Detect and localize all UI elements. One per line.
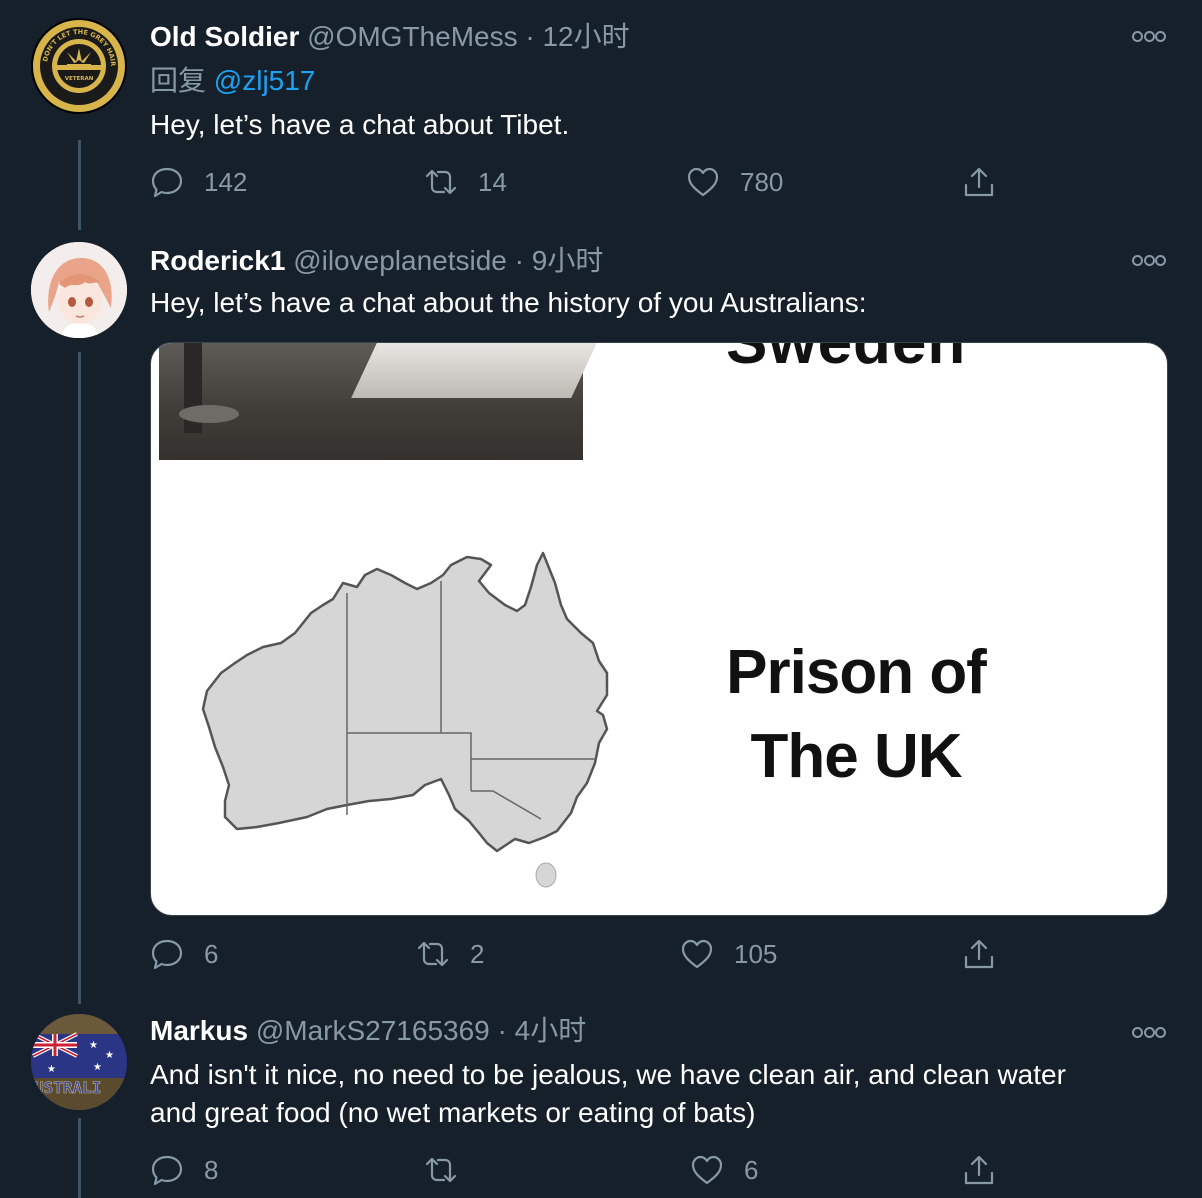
avatar[interactable] <box>31 242 127 338</box>
svg-text:★: ★ <box>47 1064 56 1075</box>
share-button[interactable] <box>962 1150 1016 1190</box>
reply-count: 142 <box>204 166 248 197</box>
tweet-header: Markus @MarkS27165369 · 4小时 <box>150 1014 586 1048</box>
tweet-actions: 142 14 780 <box>150 162 1010 202</box>
caption-line-2: The UK <box>750 722 963 791</box>
caption-line-1: Prison of <box>726 638 987 707</box>
retweet-button[interactable]: 2 <box>416 934 484 974</box>
reply-count: 8 <box>204 1154 219 1185</box>
share-icon <box>964 939 994 969</box>
svg-text:★: ★ <box>105 1050 114 1061</box>
retweet-icon <box>417 941 449 967</box>
like-button[interactable]: 105 <box>680 934 777 974</box>
timestamp[interactable]: 4小时 <box>515 1015 587 1046</box>
tweet-text: Hey, let’s have a chat about Tibet. <box>150 109 570 140</box>
tweet-header: Old Soldier @OMGTheMess · 12小时 <box>150 20 630 54</box>
more-options-button[interactable] <box>1132 1026 1166 1038</box>
australia-map-icon <box>201 551 609 888</box>
retweet-count: 2 <box>470 938 485 969</box>
display-name[interactable]: Old Soldier <box>150 21 299 52</box>
share-icon <box>964 1155 994 1185</box>
reply-button[interactable]: 6 <box>150 934 218 974</box>
user-handle[interactable]: @MarkS27165369 <box>256 1015 490 1046</box>
separator-dot: · <box>514 245 524 276</box>
tweet-text: Hey, let’s have a chat about the history… <box>150 287 867 318</box>
user-handle[interactable]: @OMGTheMess <box>307 21 517 52</box>
tweet-old-soldier[interactable]: DON'T LET THE GREY HAIR FOOL YOU · VETER… <box>0 0 1202 230</box>
reply-icon <box>151 167 183 198</box>
heart-icon <box>687 167 719 197</box>
reply-prefix: 回复 <box>150 65 207 96</box>
heart-icon <box>681 939 713 969</box>
tweet-text-line-1: And isn't it nice, no need to be jealous… <box>150 1059 1066 1090</box>
avatar-text: USTRALI <box>34 1078 101 1097</box>
image-caption: Prison of The UK <box>706 631 1006 799</box>
display-name[interactable]: Markus <box>150 1015 248 1046</box>
timestamp[interactable]: 9小时 <box>532 245 604 276</box>
svg-text:VETERAN: VETERAN <box>65 76 94 82</box>
reply-context: 回复 @zlj517 <box>150 62 315 100</box>
tweet-markus[interactable]: ★ ★ ★ ★ USTRALI Markus @MarkS27165369 · … <box>0 998 1202 1198</box>
heart-icon <box>691 1155 723 1185</box>
retweet-icon <box>425 1157 457 1183</box>
tweet-header: Roderick1 @iloveplanetside · 9小时 <box>150 244 603 278</box>
like-button[interactable]: 780 <box>686 162 783 202</box>
reply-icon <box>151 939 183 970</box>
like-count: 6 <box>744 1154 759 1185</box>
reply-button[interactable]: 142 <box>150 162 247 202</box>
retweet-button[interactable] <box>424 1150 478 1190</box>
share-button[interactable] <box>962 934 1016 974</box>
veteran-badge-icon: DON'T LET THE GREY HAIR FOOL YOU · VETER… <box>31 18 125 112</box>
anime-character-icon <box>31 242 127 338</box>
australia-flag-icon: ★ ★ ★ ★ USTRALI <box>31 1014 127 1110</box>
tweet-actions: 6 2 105 <box>150 934 1010 974</box>
tweet-text-line-2: and great food (no wet markets or eating… <box>150 1097 756 1128</box>
retweet-button[interactable]: 14 <box>424 162 507 202</box>
avatar[interactable]: DON'T LET THE GREY HAIR FOOL YOU · VETER… <box>31 18 127 114</box>
user-handle[interactable]: @iloveplanetside <box>293 245 507 276</box>
tweet-media-image[interactable]: Sweden Prison of The UK <box>150 342 1168 916</box>
share-icon <box>964 167 994 197</box>
more-options-button[interactable] <box>1132 254 1166 266</box>
reply-button[interactable]: 8 <box>150 1150 218 1190</box>
more-options-button[interactable] <box>1132 30 1166 42</box>
retweet-icon <box>425 169 457 195</box>
svg-text:★: ★ <box>89 1040 98 1051</box>
reply-count: 6 <box>204 938 219 969</box>
separator-dot: · <box>525 21 535 52</box>
display-name[interactable]: Roderick1 <box>150 245 285 276</box>
avatar[interactable]: ★ ★ ★ ★ USTRALI <box>31 1014 127 1110</box>
like-button[interactable]: 6 <box>690 1150 758 1190</box>
share-button[interactable] <box>962 162 1016 202</box>
tweet-actions: 8 6 <box>150 1150 1010 1190</box>
reply-mention-link[interactable]: @zlj517 <box>214 65 316 96</box>
retweet-count: 14 <box>478 166 507 197</box>
like-count: 105 <box>734 938 778 969</box>
timestamp[interactable]: 12小时 <box>542 21 629 52</box>
like-count: 780 <box>740 166 784 197</box>
separator-dot: · <box>497 1015 507 1046</box>
reply-icon <box>151 1155 183 1186</box>
svg-text:★: ★ <box>93 1062 102 1073</box>
